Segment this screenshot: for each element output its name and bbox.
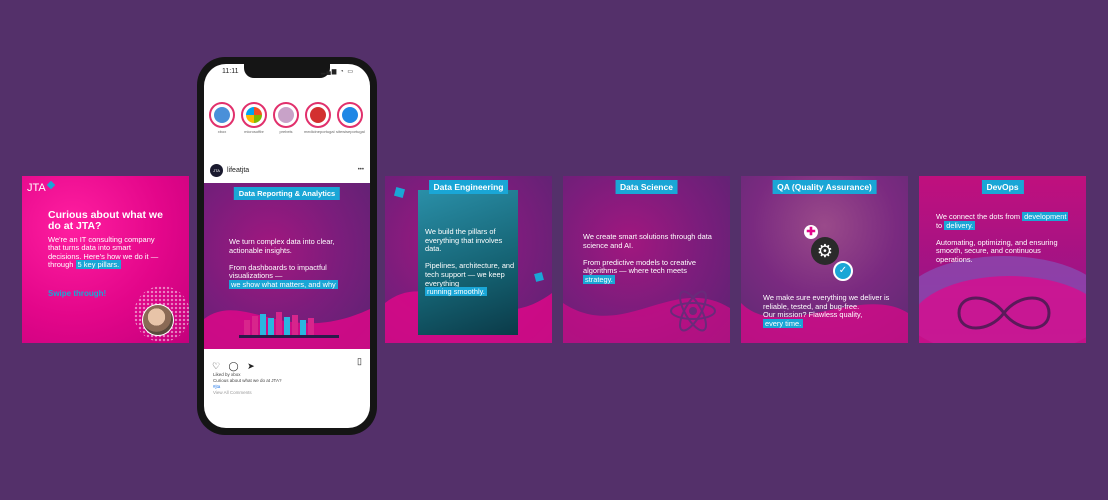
profile-avatar[interactable]: JTA	[210, 163, 223, 177]
card-text: We create smart solutions through data s…	[583, 232, 712, 284]
view-comments[interactable]: View All Comments	[213, 390, 252, 395]
card-text: We make sure everything we deliver is re…	[763, 293, 890, 328]
phone-notch	[244, 64, 330, 78]
username[interactable]: lifeatjta	[227, 167, 249, 174]
gear-icon: ⚙	[811, 237, 839, 265]
intro-highlight: 5 key pillars.	[75, 260, 122, 270]
cube-icon	[393, 186, 406, 199]
story-avatar	[246, 107, 262, 123]
status-icons: ▂▄▆ ◔ ▭	[320, 69, 354, 75]
infinity-icon	[957, 296, 1051, 330]
post-image[interactable]: Data Reporting & Analytics We turn compl…	[204, 183, 370, 349]
phone-screen: 11:11 ▂▄▆ ◔ ▭ xbox microsoftbr prebels m…	[204, 64, 370, 428]
story-avatar	[214, 107, 230, 123]
more-icon[interactable]: •••	[358, 167, 364, 173]
status-time: 11:11	[222, 68, 239, 75]
story-item[interactable]: xbox	[208, 102, 236, 134]
intro-card[interactable]: JTA Curious about what we do at JTA? We'…	[22, 176, 189, 343]
post-header: JTA lifeatjta •••	[210, 162, 364, 178]
story-item[interactable]: sitewiseportugal	[336, 102, 365, 134]
post-title-chip: Data Reporting & Analytics	[233, 187, 341, 200]
story-avatar	[310, 107, 326, 123]
atom-icon	[670, 290, 716, 332]
avatar	[142, 304, 174, 336]
bar-chart-icon	[239, 312, 339, 338]
card-qa[interactable]: QA (Quality Assurance) ⚙ ✚ ✓ We make sur…	[741, 176, 908, 343]
card-data-engineering[interactable]: Data Engineering We build the pillars of…	[385, 176, 552, 343]
card-title-chip: DevOps	[981, 180, 1024, 194]
phone-mockup: 11:11 ▂▄▆ ◔ ▭ xbox microsoftbr prebels m…	[197, 57, 377, 435]
plus-icon: ✚	[804, 225, 818, 239]
post-actions: ♡ ◯ ➤ ▯	[212, 356, 362, 371]
card-text: We connect the dots from development to …	[936, 212, 1069, 264]
card-title-chip: QA (Quality Assurance)	[772, 180, 877, 194]
bookmark-icon[interactable]: ▯	[357, 356, 362, 367]
intro-headline: Curious about what we do at JTA?	[48, 209, 163, 232]
card-devops[interactable]: DevOps We connect the dots from developm…	[919, 176, 1086, 343]
story-avatar	[342, 107, 358, 123]
heart-icon[interactable]: ♡	[212, 361, 220, 371]
jta-logo: JTA	[27, 180, 55, 194]
intro-cta: Swipe through!	[48, 289, 107, 298]
story-item[interactable]: medicineportugal	[304, 102, 334, 134]
share-icon[interactable]: ➤	[247, 361, 255, 371]
story-item[interactable]: prebels	[272, 102, 300, 134]
post-text: We turn complex data into clear, actiona…	[229, 237, 338, 289]
hashtag[interactable]: #jta	[213, 384, 220, 389]
card-title-chip: Data Engineering	[428, 180, 509, 194]
card-text: We build the pillars of everything that …	[425, 227, 515, 297]
card-title-chip: Data Science	[615, 180, 678, 194]
caption: Curious about what we do at JTA?	[213, 378, 282, 383]
story-item[interactable]: microsoftbr	[240, 102, 268, 134]
comment-icon[interactable]: ◯	[229, 361, 239, 371]
liked-by: Liked by xbox	[213, 372, 241, 377]
card-data-science[interactable]: Data Science We create smart solutions t…	[563, 176, 730, 343]
check-icon: ✓	[833, 261, 853, 281]
intro-body: We're an IT consulting company that turn…	[48, 235, 159, 270]
story-avatar	[278, 107, 294, 123]
